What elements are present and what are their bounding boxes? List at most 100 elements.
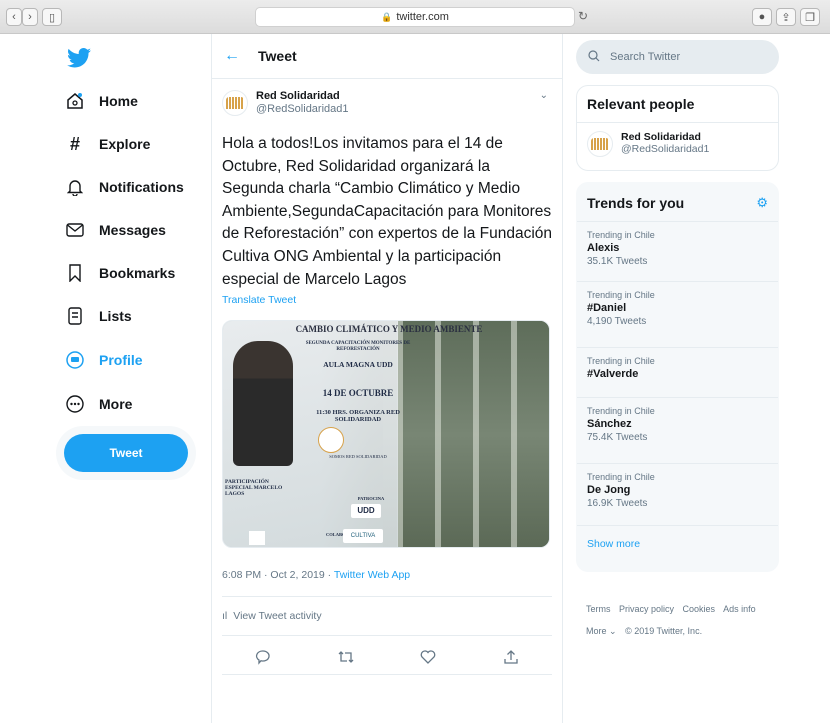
poster-date: 14 DE OCTUBRE [322,388,394,398]
footer-more-link[interactable]: More ⌄ [586,626,617,636]
relevant-people-card: Relevant people Red Solidaridad @RedSoli… [576,85,779,171]
twitter-bird-icon[interactable] [67,48,91,68]
author-handle: @RedSolidaridad1 [256,103,349,115]
trend-context: Trending in Chile [587,472,655,482]
trends-title: Trends for you [587,195,685,211]
nav-item-messages[interactable]: Messages [65,216,166,244]
show-more-link[interactable]: Show more [577,525,778,562]
poster-headline: CAMBIO CLIMÁTICO Y MEDIO AMBIENTE [295,324,483,334]
tweet-column: ← Tweet Red Solidaridad @RedSolidaridad1… [211,34,563,723]
left-navigation: Home # Explore Notifications Messages Bo… [55,34,205,723]
trend-name: Sánchez [587,418,632,430]
back-arrow-icon[interactable]: ← [224,47,240,65]
footer-link-privacy[interactable]: Privacy policy [619,604,674,614]
nav-item-notifications[interactable]: Notifications [65,173,184,201]
list-icon [65,306,85,326]
view-activity-row[interactable]: ıl View Tweet activity [222,596,552,636]
like-heart-icon[interactable] [416,645,440,669]
avatar[interactable] [587,131,613,157]
footer-copyright: © 2019 Twitter, Inc. [625,626,703,636]
poster-line5: SOMOS RED SOLIDARIDAD [329,454,387,459]
chevron-down-icon[interactable]: ⌄ [540,90,548,101]
poster-line1: SEGUNDA CAPACITACIÓN MONITORES DE REFORE… [305,341,411,352]
hash-icon: # [69,133,80,154]
poster-sponsor-label: PATROCINA [357,496,385,501]
extension-icon[interactable]: ● [752,8,772,26]
nav-label-home: Home [99,93,138,109]
nav-label-more: More [99,396,133,412]
footer-link-terms[interactable]: Terms [586,604,611,614]
translate-link[interactable]: Translate Tweet [222,294,296,306]
trend-item[interactable]: Trending in Chile #Daniel 4,190 Tweets [577,281,778,347]
right-sidebar: Search Twitter Relevant people Red Solid… [576,34,779,723]
nav-item-bookmarks[interactable]: Bookmarks [65,259,175,287]
trend-item[interactable]: Trending in Chile Alexis 35.1K Tweets [577,221,778,281]
nav-label-explore: Explore [99,136,151,152]
speaker-photo [233,341,293,466]
tweet-image[interactable]: CAMBIO CLIMÁTICO Y MEDIO AMBIENTE SEGUND… [222,320,550,548]
sidebar-footer: Terms Privacy policy Cookies Ads info Mo… [586,598,776,642]
trend-item[interactable]: Trending in Chile #Valverde [577,347,778,397]
footer-link-ads[interactable]: Ads info [723,604,756,614]
share-icon[interactable] [499,645,523,669]
retweet-icon[interactable] [334,645,358,669]
nav-item-lists[interactable]: Lists [65,302,132,330]
sidebar-toggle-icon[interactable]: ▯ [42,8,62,26]
footer-link-cookies[interactable]: Cookies [683,604,716,614]
trend-name: De Jong [587,484,631,496]
nav-item-profile[interactable]: Profile [65,346,143,374]
tweet-source-link[interactable]: Twitter Web App [334,569,410,581]
nav-item-home[interactable]: Home [65,87,138,115]
tweet-time: 6:08 PM · Oct 2, 2019 · [222,569,334,581]
lock-icon: 🔒 [381,11,393,22]
trend-name: #Daniel [587,302,627,314]
nav-label-lists: Lists [99,308,132,324]
nav-item-more[interactable]: More [65,390,132,418]
sponsor-logo: UDD [351,504,381,518]
tweet-author[interactable]: Red Solidaridad @RedSolidaridad1 [222,90,349,116]
reply-icon[interactable] [251,645,275,669]
relevant-person-item[interactable]: Red Solidaridad @RedSolidaridad1 [577,123,778,165]
organization-logo [318,427,344,453]
trend-item[interactable]: Trending in Chile Sánchez 75.4K Tweets [577,397,778,463]
trend-context: Trending in Chile [587,406,655,416]
column-header: ← Tweet [212,34,562,79]
address-bar[interactable]: 🔒 twitter.com [255,7,575,27]
tweet-button[interactable]: Tweet [64,434,188,472]
relevant-person-handle: @RedSolidaridad1 [621,143,710,155]
trend-count: 35.1K Tweets [587,256,648,267]
search-input[interactable]: Search Twitter [576,40,779,74]
nav-label-messages: Messages [99,222,166,238]
trend-context: Trending in Chile [587,356,655,366]
profile-icon [65,350,85,370]
nav-label-notifications: Notifications [99,179,184,195]
trend-count: 16.9K Tweets [587,498,648,509]
trend-context: Trending in Chile [587,230,655,240]
nav-item-explore[interactable]: # Explore [65,130,150,158]
gear-icon[interactable]: ⚙ [756,195,768,211]
nav-label-profile: Profile [99,352,143,368]
browser-toolbar: ‹ › ▯ 🔒 twitter.com ↻ ● ⇪ ❐ [0,0,830,34]
tabs-icon[interactable]: ❐ [800,8,820,26]
share-icon[interactable]: ⇪ [776,8,796,26]
back-nav-icon[interactable]: ‹ [6,8,22,26]
trend-name: Alexis [587,242,620,254]
poster-line4: 11:30 HRS. ORGANIZA RED SOLIDARIDAD [316,409,400,424]
tweet-actions [222,639,552,675]
reload-icon[interactable]: ↻ [578,9,588,23]
trend-item[interactable]: Trending in Chile De Jong 16.9K Tweets [577,463,778,525]
address-text: twitter.com [396,11,449,23]
tweet-text: Hola a todos!Los invitamos para el 14 de… [222,135,553,288]
relevant-person-name: Red Solidaridad [621,131,701,143]
home-icon [65,91,85,111]
poster-special-guest: PARTICIPACIÓN ESPECIAL MARCELO LAGOS [225,479,283,498]
forest-background [383,321,549,547]
trend-name: #Valverde [587,368,639,380]
collab-logo: CULTIVA [343,529,383,543]
bar-chart-icon: ıl [222,610,228,622]
forward-nav-icon[interactable]: › [22,8,38,26]
trend-context: Trending in Chile [587,290,655,300]
avatar[interactable] [222,90,248,116]
tweet-timestamp: 6:08 PM · Oct 2, 2019 · Twitter Web App [222,569,410,581]
author-name: Red Solidaridad [256,90,340,102]
